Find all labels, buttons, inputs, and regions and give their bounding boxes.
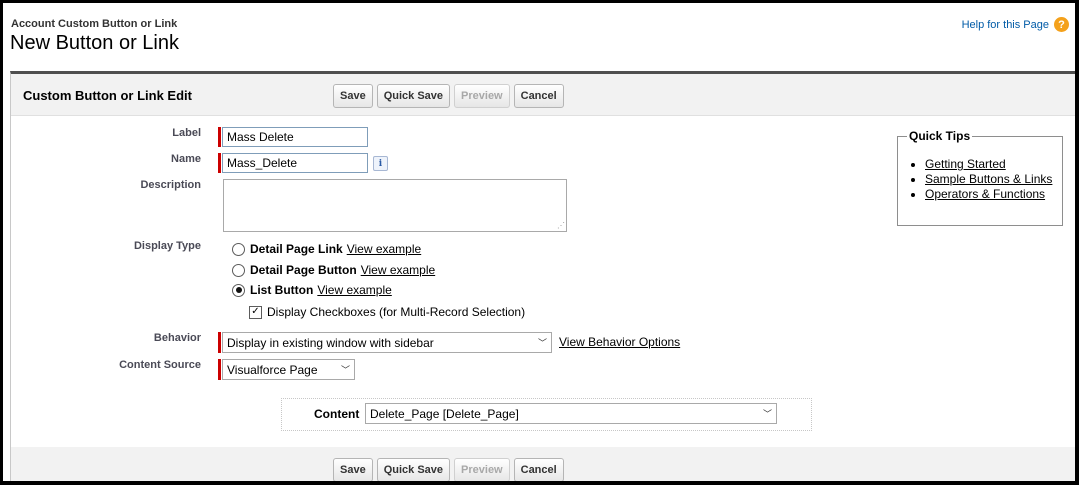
radio-button-selected[interactable] — [232, 283, 245, 297]
label-field-label: Label — [172, 127, 201, 139]
quick-save-button[interactable]: Quick Save — [376, 84, 451, 108]
quick-save-button[interactable]: Quick Save — [376, 458, 451, 481]
option-label: Detail Page Link — [250, 242, 343, 256]
cancel-button[interactable]: Cancel — [513, 458, 564, 481]
list-item: Sample Buttons & Links — [925, 172, 1052, 186]
edit-panel: Custom Button or Link Edit Save Quick Sa… — [10, 71, 1075, 481]
option-label: Detail Page Button — [250, 263, 357, 277]
option-label: List Button — [250, 283, 314, 297]
name-field-label: Name — [171, 153, 201, 165]
breadcrumb: Account Custom Button or Link — [11, 18, 178, 30]
display-type-option[interactable]: List Button View example — [232, 283, 392, 297]
save-button[interactable]: Save — [333, 84, 373, 108]
view-example-link[interactable]: View example — [361, 263, 435, 277]
radio-button[interactable] — [232, 263, 245, 277]
page-title: New Button or Link — [10, 32, 179, 54]
radio-dot-icon — [235, 287, 242, 293]
sample-buttons-links-link[interactable]: Sample Buttons & Links — [925, 172, 1052, 186]
label-input[interactable]: Mass Delete — [222, 127, 368, 147]
cancel-button[interactable]: Cancel — [513, 84, 564, 108]
display-type-option[interactable]: Detail Page Button View example — [232, 263, 435, 277]
view-example-link[interactable]: View example — [347, 242, 421, 256]
quick-tips-box: Quick Tips Getting Started Sample Button… — [897, 129, 1063, 226]
section-title: Custom Button or Link Edit — [23, 88, 192, 103]
panel-footer: Save Quick Save Preview Cancel — [11, 447, 1075, 481]
checkbox[interactable]: ✓ — [249, 305, 262, 319]
description-textarea[interactable]: ⋰ — [223, 179, 567, 232]
required-indicator — [218, 127, 221, 147]
required-indicator — [218, 332, 221, 353]
top-button-bar: Save Quick Save Preview Cancel — [333, 84, 564, 108]
content-source-select[interactable]: Visualforce Page ﹀ — [222, 359, 355, 380]
page-frame: Account Custom Button or Link New Button… — [3, 3, 1075, 481]
save-button[interactable]: Save — [333, 458, 373, 481]
preview-button[interactable]: Preview — [454, 458, 510, 481]
behavior-value: Display in existing window with sidebar — [227, 335, 434, 350]
name-input[interactable]: Mass_Delete — [222, 153, 368, 173]
behavior-select[interactable]: Display in existing window with sidebar … — [222, 332, 552, 353]
behavior-label: Behavior — [153, 332, 201, 344]
radio-button[interactable] — [232, 242, 245, 256]
list-item: Getting Started — [925, 157, 1052, 171]
getting-started-link[interactable]: Getting Started — [925, 157, 1006, 171]
content-label: Content — [314, 407, 360, 421]
list-item: Operators & Functions — [925, 187, 1052, 201]
help-area: Help for this Page ? — [962, 17, 1069, 32]
view-behavior-options-link[interactable]: View Behavior Options — [559, 335, 680, 349]
chevron-down-icon: ﹀ — [762, 409, 772, 419]
required-indicator — [218, 359, 221, 380]
chevron-down-icon: ﹀ — [537, 338, 547, 348]
bottom-button-bar: Save Quick Save Preview Cancel — [333, 458, 564, 481]
content-select[interactable]: Delete_Page [Delete_Page] ﹀ — [365, 403, 777, 424]
operators-functions-link[interactable]: Operators & Functions — [925, 187, 1045, 201]
content-source-label: Content Source — [119, 359, 201, 371]
preview-button[interactable]: Preview — [454, 84, 510, 108]
content-source-value: Visualforce Page — [227, 362, 318, 377]
display-type-option[interactable]: Detail Page Link View example — [232, 242, 421, 256]
quick-tips-title: Quick Tips — [907, 129, 973, 143]
content-value: Delete_Page [Delete_Page] — [370, 406, 519, 421]
display-type-label: Display Type — [133, 240, 201, 252]
display-checkboxes-row[interactable]: ✓ Display Checkboxes (for Multi-Record S… — [249, 305, 525, 319]
chevron-down-icon: ﹀ — [340, 365, 350, 375]
quick-tips-list: Getting Started Sample Buttons & Links O… — [898, 157, 1052, 202]
description-field-label: Description — [140, 179, 201, 191]
resize-grip-icon[interactable]: ⋰ — [557, 221, 565, 230]
required-indicator — [218, 153, 221, 173]
help-link[interactable]: Help for this Page — [962, 19, 1049, 31]
question-circle-icon[interactable]: ? — [1054, 17, 1069, 32]
checkbox-label: Display Checkboxes (for Multi-Record Sel… — [267, 305, 526, 319]
panel-header: Custom Button or Link Edit Save Quick Sa… — [11, 74, 1075, 116]
info-icon[interactable]: i — [373, 156, 388, 171]
view-example-link[interactable]: View example — [317, 283, 391, 297]
content-container: Content Delete_Page [Delete_Page] ﹀ — [281, 398, 812, 431]
